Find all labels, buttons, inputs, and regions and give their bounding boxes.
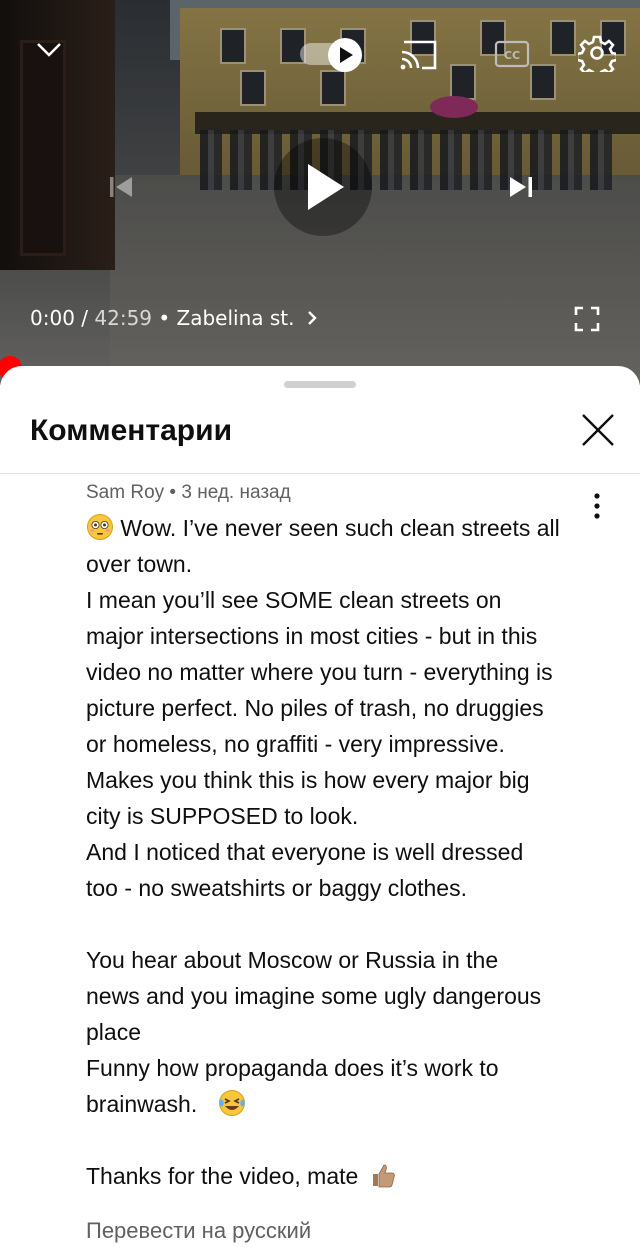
- svg-text:CC: CC: [504, 49, 520, 62]
- captions-button[interactable]: CC: [494, 40, 530, 68]
- play-button[interactable]: [274, 138, 372, 236]
- comment-line: over town.: [86, 551, 193, 577]
- chevron-down-icon: [37, 43, 61, 57]
- translate-button[interactable]: Перевести на русский: [86, 1218, 311, 1244]
- duration: 42:59: [94, 306, 153, 330]
- comment-line: place: [86, 1019, 141, 1045]
- comment-line: news and you imagine some ugly dangerous: [86, 983, 542, 1009]
- time-display: 0:00 / 42:59 • Zabelina st.: [30, 306, 319, 330]
- comment-line: brainwash.: [86, 1086, 601, 1122]
- comment-line: [86, 906, 601, 942]
- thumbs-up-emoji: [372, 1164, 395, 1188]
- comment-line: You hear about Moscow or Russia in the: [86, 947, 499, 973]
- next-button[interactable]: [506, 172, 536, 202]
- gear-icon: [575, 35, 619, 79]
- comment-line: Makes you think this is how every major …: [86, 767, 530, 793]
- comment-meta: Sam Roy • 3 нед. назад: [86, 482, 291, 504]
- comment-line: Thanks for the video, mate: [86, 1158, 601, 1194]
- comment-line: And I noticed that everyone is well dres…: [86, 839, 524, 865]
- drag-handle[interactable]: [284, 381, 356, 388]
- play-icon: [308, 164, 344, 210]
- chapter-separator: •: [152, 306, 177, 330]
- comment-text: Wow. I’ve never seen such clean streets …: [86, 510, 601, 1194]
- autoplay-toggle[interactable]: [300, 38, 364, 72]
- flushed-face-emoji: [87, 514, 113, 540]
- skip-previous-icon: [110, 177, 132, 197]
- close-button[interactable]: [578, 410, 618, 450]
- panel-title: Комментарии: [30, 414, 233, 447]
- fullscreen-icon: [574, 306, 600, 332]
- video-player[interactable]: CC 0:00 / 42:59 • Zabelina st.: [0, 0, 640, 385]
- cast-button[interactable]: [398, 38, 440, 72]
- comment-line: I mean you’ll see SOME clean streets on: [86, 587, 502, 613]
- previous-button[interactable]: [106, 172, 136, 202]
- cast-icon: [400, 40, 437, 70]
- comment-line: or homeless, no graffiti - very impressi…: [86, 731, 505, 757]
- comment-line: Wow. I’ve never seen such clean streets …: [86, 510, 601, 546]
- comment-author[interactable]: Sam Roy: [86, 482, 164, 503]
- closed-captions-icon: CC: [494, 40, 530, 68]
- comment-line: city is SUPPOSED to look.: [86, 803, 359, 829]
- minimize-button[interactable]: [34, 38, 64, 62]
- current-time: 0:00: [30, 306, 75, 330]
- comment-line: major intersections in most cities - but…: [86, 623, 538, 649]
- comment-line: Funny how propaganda does it’s work to: [86, 1055, 499, 1081]
- comment-time: 3 нед. назад: [181, 482, 291, 503]
- close-icon: [582, 414, 614, 446]
- settings-button[interactable]: [575, 34, 619, 79]
- comment-line: too - no sweatshirts or baggy clothes.: [86, 875, 467, 901]
- fullscreen-button[interactable]: [574, 306, 600, 332]
- comment-item: Sam Roy • 3 нед. назад Wow. I’ve never s…: [0, 474, 640, 1247]
- comments-panel: Комментарии Sam Roy • 3 нед. назад Wow. …: [0, 366, 640, 1247]
- comment-line: picture perfect. No piles of trash, no d…: [86, 695, 544, 721]
- comment-line: [86, 1122, 601, 1158]
- comment-line: video no matter where you turn - everyth…: [86, 659, 553, 685]
- chapter-title[interactable]: Zabelina st.: [177, 306, 295, 330]
- time-separator: /: [74, 306, 95, 330]
- chevron-right-icon[interactable]: [305, 310, 319, 326]
- meta-separator: •: [164, 482, 182, 503]
- play-icon: [340, 47, 353, 63]
- skip-next-icon: [510, 177, 532, 197]
- laughing-tears-emoji: [218, 1090, 245, 1116]
